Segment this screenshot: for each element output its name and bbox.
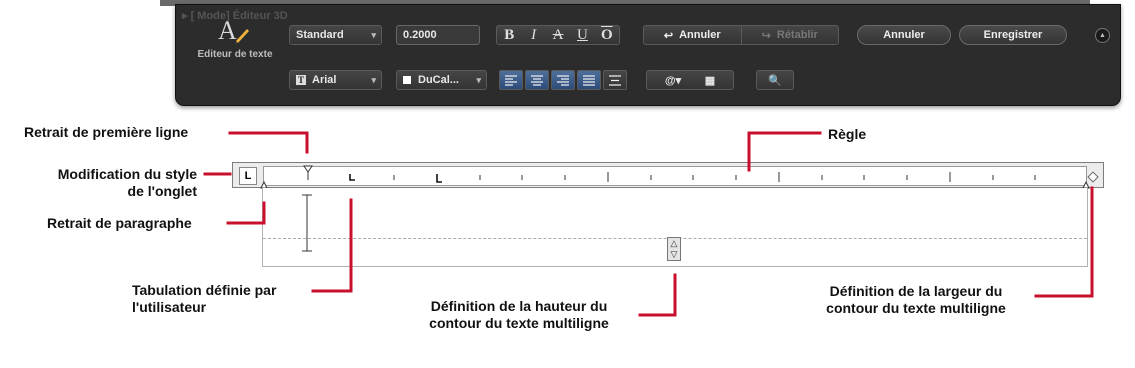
callout-ruler xyxy=(747,131,822,172)
label-ruler: Règle xyxy=(828,126,867,142)
label-user-tab-line1: Tabulation définie par xyxy=(132,282,277,298)
callout-first-line-indent xyxy=(228,131,309,154)
label-height-line1: Définition de la hauteur du xyxy=(430,298,608,314)
callout-user-tab xyxy=(311,198,353,293)
label-width-definition: Définition de la largeur du contour du t… xyxy=(800,283,1032,317)
label-tab-style: Modification du style de l'onglet xyxy=(20,166,197,200)
callout-width xyxy=(1034,186,1094,298)
label-paragraph-indent: Retrait de paragraphe xyxy=(47,215,192,231)
label-height-definition: Définition de la hauteur du contour du t… xyxy=(404,298,634,332)
label-tab-style-line1: Modification du style xyxy=(57,166,197,182)
label-width-line2: contour du texte multiligne xyxy=(826,300,1006,316)
label-height-line2: contour du texte multiligne xyxy=(429,315,609,331)
label-user-tab-line2: l'utilisateur xyxy=(132,299,207,315)
label-user-tab: Tabulation définie par l'utilisateur xyxy=(132,282,276,316)
label-first-line-indent: Retrait de première ligne xyxy=(24,124,189,140)
callout-height xyxy=(638,273,677,317)
label-width-line1: Définition de la largeur du xyxy=(829,283,1003,299)
callout-paragraph-indent xyxy=(226,201,266,225)
label-tab-style-line2: de l'onglet xyxy=(127,183,197,199)
